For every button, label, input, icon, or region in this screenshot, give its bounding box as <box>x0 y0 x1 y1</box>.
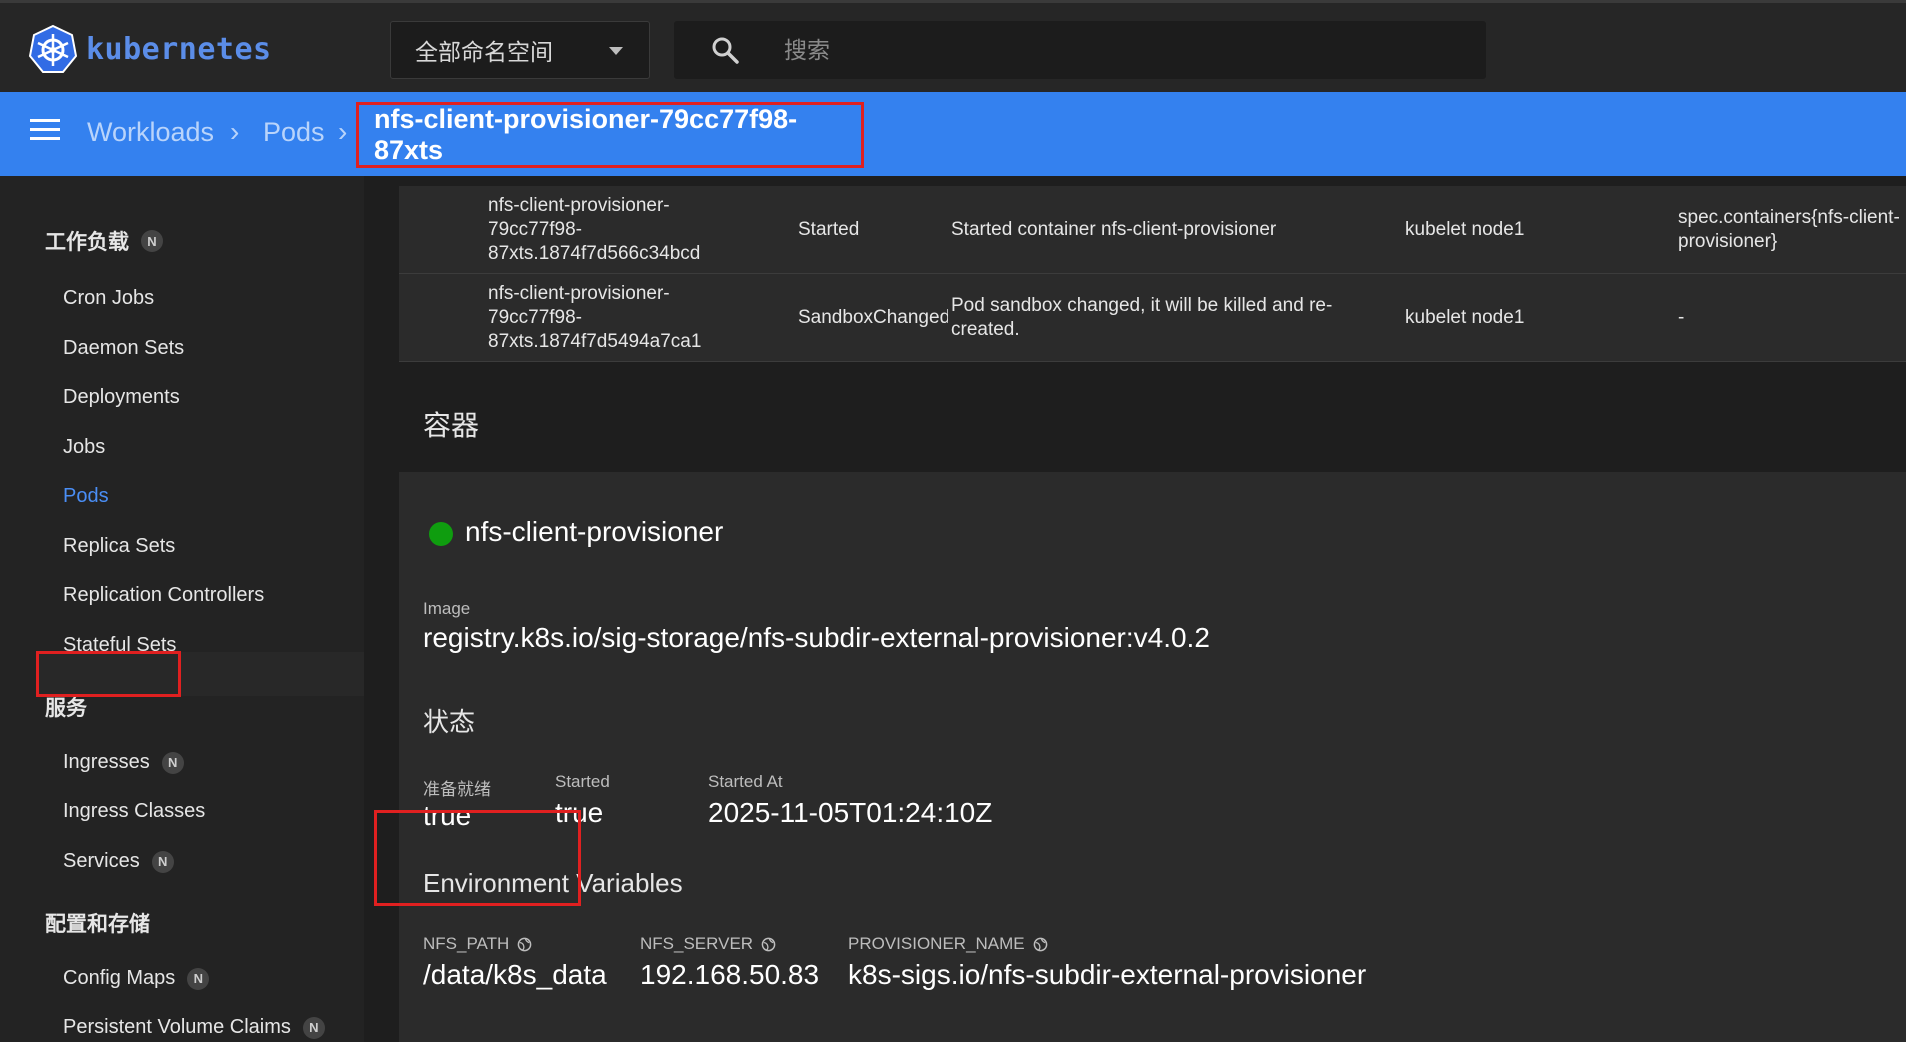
helm-wheel-icon <box>28 24 78 74</box>
ready-label: 准备就绪 <box>423 780 491 799</box>
started-at-value: 2025-11-05T01:24:10Z <box>708 797 993 828</box>
event-message: Pod sandbox changed, it will be killed a… <box>951 295 1333 340</box>
event-object: spec.containers{nfs-client- provisioner} <box>1678 207 1900 252</box>
sidebar-item-persistent-volume-claims[interactable]: Persistent Volume Claims N <box>63 1016 325 1039</box>
breadcrumb-current-pod: nfs-client-provisioner-79cc77f98-87xts <box>356 102 864 168</box>
kubernetes-logo[interactable]: kubernetes <box>28 23 272 75</box>
env-name: NFS_SERVER <box>640 934 776 954</box>
chevron-right-icon: › <box>230 116 240 147</box>
namespaced-badge: N <box>161 751 184 774</box>
sidebar-item-config-maps[interactable]: Config Maps N <box>63 967 210 990</box>
event-source: kubelet node1 <box>1405 219 1525 240</box>
globe-icon <box>1033 937 1047 951</box>
breadcrumb-pods[interactable]: Pods <box>263 117 325 148</box>
sidebar-item-ingresses[interactable]: Ingresses N <box>63 751 184 774</box>
sidebar-item-pods[interactable]: Pods <box>63 485 109 508</box>
search-input[interactable] <box>784 29 1464 71</box>
event-reason: SandboxChanged <box>798 307 948 328</box>
env-value: 192.168.50.83 <box>640 959 820 990</box>
breadcrumb-workloads[interactable]: Workloads <box>87 117 214 148</box>
namespaced-badge: N <box>187 967 210 990</box>
sidebar-section-title: 配置和存储 <box>45 913 150 936</box>
container-name: nfs-client-provisioner <box>465 516 724 547</box>
logo-text: kubernetes <box>86 31 272 67</box>
env-value: /data/k8s_data <box>423 959 607 990</box>
chevron-right-icon: › <box>338 116 348 147</box>
sidebar-item-daemon-sets[interactable]: Daemon Sets <box>63 337 184 360</box>
sidebar-item-deployments[interactable]: Deployments <box>63 386 180 409</box>
globe-icon <box>517 937 532 951</box>
sidebar-item-label: Persistent Volume Claims <box>63 1016 291 1038</box>
sidebar-item-label: Services <box>63 850 140 872</box>
env-var-name: NFS_SERVER <box>640 934 754 953</box>
running-status-icon <box>429 522 453 546</box>
nfs-path-highlight-box <box>374 810 581 906</box>
search-icon <box>712 37 739 64</box>
status-section-title: 状态 <box>423 707 476 737</box>
event-name: nfs-client-provisioner- 79cc77f98- 87xts… <box>488 195 701 264</box>
event-object: - <box>1678 307 1685 328</box>
top-toolbar: kubernetes 全部命名空间 <box>0 0 1906 92</box>
namespaced-badge: N <box>302 1016 325 1039</box>
table-row[interactable]: nfs-client-provisioner- 79cc77f98- 87xts… <box>399 186 1906 274</box>
dropdown-caret-icon <box>609 47 623 55</box>
pods-highlight-box <box>36 651 181 697</box>
containers-section-title: 容器 <box>423 410 480 441</box>
env-var-name: PROVISIONER_NAME <box>848 934 1025 953</box>
table-row[interactable]: nfs-client-provisioner- 79cc77f98- 87xts… <box>399 274 1906 362</box>
env-name: NFS_PATH <box>423 934 532 954</box>
search-bar[interactable] <box>674 21 1486 79</box>
sidebar-item-services[interactable]: Services N <box>63 850 174 873</box>
container-card: nfs-client-provisioner Image registry.k8… <box>399 472 1906 1042</box>
event-source: kubelet node1 <box>1405 307 1525 328</box>
sidebar: 工作负载 N Cron Jobs Daemon Sets Deployments… <box>0 176 364 1042</box>
sidebar-item-label: Config Maps <box>63 967 176 989</box>
sidebar-section-config-storage[interactable]: 配置和存储 <box>45 908 150 938</box>
page-title: nfs-client-provisioner-79cc77f98-87xts <box>374 104 798 165</box>
event-message: Started container nfs-client-provisioner <box>951 219 1277 240</box>
sidebar-section-title: 工作负载 <box>45 231 129 254</box>
sidebar-item-cron-jobs[interactable]: Cron Jobs <box>63 287 154 310</box>
sidebar-item-jobs[interactable]: Jobs <box>63 436 105 459</box>
started-at-label: Started At <box>708 772 783 791</box>
event-reason: Started <box>798 219 860 240</box>
event-name: nfs-client-provisioner- 79cc77f98- 87xts… <box>488 283 702 352</box>
globe-icon <box>761 937 776 951</box>
image-label: Image <box>423 599 471 618</box>
namespaced-badge: N <box>141 230 163 252</box>
hamburger-menu-icon[interactable] <box>30 119 60 149</box>
image-value: registry.k8s.io/sig-storage/nfs-subdir-e… <box>423 622 1210 653</box>
env-name: PROVISIONER_NAME <box>848 934 1048 954</box>
namespaced-badge: N <box>151 850 174 873</box>
sidebar-item-ingress-classes[interactable]: Ingress Classes <box>63 800 205 823</box>
sidebar-item-replication-controllers[interactable]: Replication Controllers <box>63 584 264 607</box>
main-content: nfs-client-provisioner- 79cc77f98- 87xts… <box>364 176 1906 1042</box>
namespace-select-value: 全部命名空间 <box>415 39 553 65</box>
started-label: Started <box>555 772 610 791</box>
sidebar-item-replica-sets[interactable]: Replica Sets <box>63 535 175 558</box>
env-var-name: NFS_PATH <box>423 934 510 953</box>
sidebar-section-workloads[interactable]: 工作负载 N <box>45 226 163 256</box>
sidebar-item-label: Ingresses <box>63 751 150 773</box>
env-value: k8s-sigs.io/nfs-subdir-external-provisio… <box>848 959 1367 990</box>
breadcrumb: Workloads › Pods › nfs-client-provisione… <box>0 92 1906 176</box>
events-table: nfs-client-provisioner- 79cc77f98- 87xts… <box>399 186 1906 362</box>
namespace-select[interactable]: 全部命名空间 <box>390 21 650 79</box>
